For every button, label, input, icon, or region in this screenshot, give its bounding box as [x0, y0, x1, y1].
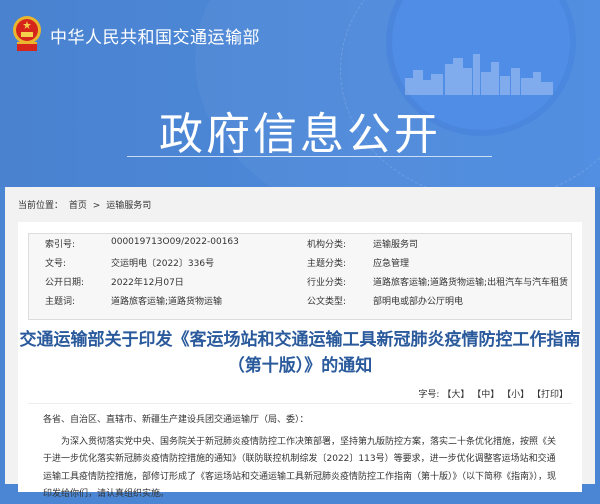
meta-value: 运输服务司: [373, 237, 418, 250]
meta-row: 公开日期: 2022年12月07日 行业分类: 道路旅客运输;道路货物运输;出租…: [29, 275, 571, 293]
document-metadata-table: 索引号: 000019713O09/2022-00163 机构分类: 运输服务司…: [28, 233, 572, 320]
font-size-controls: 字号: 【大】 【中】 【小】 【打印】: [418, 387, 568, 400]
meta-label: 行业分类:: [307, 275, 346, 288]
font-size-large-button[interactable]: 【大】: [442, 390, 469, 400]
meta-value: 道路旅客运输;道路货物运输: [111, 294, 222, 307]
meta-value: 2022年12月07日: [111, 275, 184, 288]
font-size-medium-button[interactable]: 【中】: [472, 390, 499, 400]
city-skyline-graphic: [405, 50, 555, 95]
national-emblem-logo: [12, 15, 42, 53]
meta-value: 交运明电〔2022〕336号: [111, 256, 214, 269]
meta-value: 应急管理: [373, 256, 409, 269]
document-body: 各省、自治区、直辖市、新疆生产建设兵团交通运输厅（局、委）： 为深入贯彻落实党中…: [43, 412, 563, 504]
breadcrumb-label: 当前位置：: [18, 201, 63, 211]
breadcrumb-home[interactable]: 首页: [69, 201, 87, 211]
meta-value: 道路旅客运输;道路货物运输;出租汽车与汽车租赁: [373, 275, 568, 288]
meta-label: 机构分类:: [307, 237, 346, 250]
divider: [28, 403, 572, 404]
font-size-small-button[interactable]: 【小】: [502, 390, 529, 400]
font-size-label: 字号:: [418, 390, 439, 400]
breadcrumb-separator: >: [93, 201, 101, 211]
breadcrumb: 当前位置： 首页 > 运输服务司: [18, 198, 154, 211]
meta-label: 公文类型:: [307, 294, 346, 307]
meta-value: 部明电或部办公厅明电: [373, 294, 463, 307]
breadcrumb-current[interactable]: 运输服务司: [106, 201, 151, 211]
article-card: 索引号: 000019713O09/2022-00163 机构分类: 运输服务司…: [18, 222, 582, 492]
content-panel: 当前位置： 首页 > 运输服务司 索引号: 000019713O09/2022-…: [5, 187, 595, 484]
meta-label: 公开日期:: [45, 275, 84, 288]
document-title-line: （第十版）》的通知: [18, 353, 582, 379]
meta-value: 000019713O09/2022-00163: [111, 237, 239, 247]
meta-label: 文号:: [45, 256, 66, 269]
site-header: 中华人民共和国交通运输部 政府信息公开: [0, 0, 600, 187]
document-title-line: 交通运输部关于印发《客运场站和交通运输工具新冠肺炎疫情防控工作指南: [18, 327, 582, 353]
meta-label: 主题分类:: [307, 256, 346, 269]
meta-label: 索引号:: [45, 237, 75, 250]
body-paragraph: 为深入贯彻落实党中央、国务院关于新冠肺炎疫情防控工作决策部署，坚持第九版防控方案…: [43, 434, 563, 504]
salutation: 各省、自治区、直辖市、新疆生产建设兵团交通运输厅（局、委）：: [43, 412, 563, 430]
section-title: 政府信息公开: [0, 98, 600, 162]
meta-row: 文号: 交运明电〔2022〕336号 主题分类: 应急管理: [29, 256, 571, 274]
meta-label: 主题词:: [45, 294, 75, 307]
title-underline: [127, 156, 492, 157]
print-button[interactable]: 【打印】: [532, 390, 568, 400]
meta-row: 主题词: 道路旅客运输;道路货物运输 公文类型: 部明电或部办公厅明电: [29, 294, 571, 312]
site-name[interactable]: 中华人民共和国交通运输部: [50, 23, 260, 48]
document-title: 交通运输部关于印发《客运场站和交通运输工具新冠肺炎疫情防控工作指南 （第十版）》…: [18, 327, 582, 379]
meta-row: 索引号: 000019713O09/2022-00163 机构分类: 运输服务司: [29, 237, 571, 255]
